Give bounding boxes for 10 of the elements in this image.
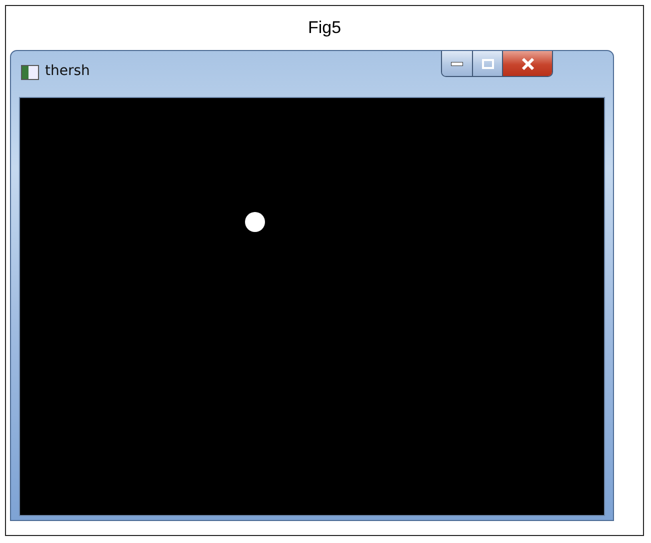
close-icon xyxy=(520,58,534,70)
blob-dot-icon xyxy=(244,211,266,233)
close-button[interactable] xyxy=(502,51,552,76)
minimize-icon xyxy=(451,62,463,66)
figure-caption: Fig5 xyxy=(308,18,342,38)
maximize-icon xyxy=(482,58,494,68)
maximize-button[interactable] xyxy=(472,51,502,76)
minimize-button[interactable] xyxy=(442,51,472,76)
app-icon xyxy=(21,65,39,80)
window-title: thersh xyxy=(45,63,90,79)
